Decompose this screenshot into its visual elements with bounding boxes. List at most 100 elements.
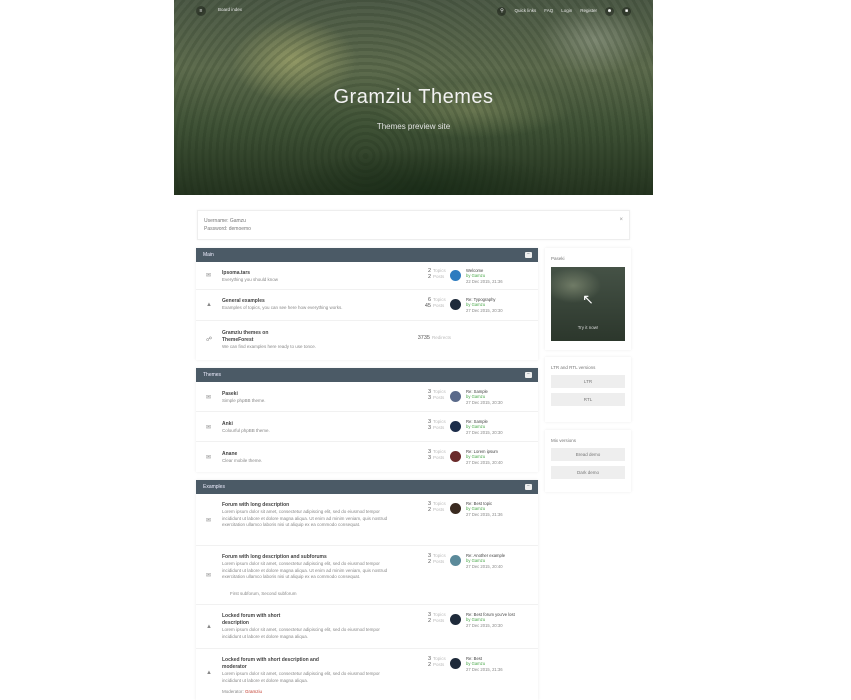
section-header: Themes −	[196, 368, 538, 382]
avatar[interactable]	[450, 391, 461, 402]
board-index-link[interactable]: Board index	[218, 7, 242, 12]
forum-section-themes: Themes − ✉ Paseki Simple phpBB theme. 3T…	[196, 368, 538, 472]
hero-banner: ≡ Board index ⚲ Quick links FAQ Login Re…	[174, 0, 653, 195]
forum-icon: ✉	[206, 573, 212, 579]
sidebar-panel-mix: Mix versions Bread demo Dark demo	[545, 430, 631, 492]
bread-demo-button[interactable]: Bread demo	[551, 448, 625, 461]
section-header: Examples −	[196, 480, 538, 494]
last-post: Re: Best by Gamzu 27 Dec 2015, 21:36	[466, 656, 503, 672]
cursor-icon: ↖	[582, 291, 594, 307]
notice-password: Password: demoemo	[204, 226, 251, 232]
forum-title[interactable]: Anane	[222, 451, 237, 457]
forum-icon: ✉	[206, 425, 212, 431]
close-icon[interactable]: ×	[619, 217, 623, 223]
forum-title[interactable]: Anki	[222, 421, 233, 427]
forum-title[interactable]: Locked forum with short	[222, 613, 280, 619]
forum-title[interactable]: Paseki	[222, 391, 238, 397]
forum-section-examples: Examples − ✉ Forum with long description…	[196, 480, 538, 700]
ltr-button[interactable]: LTR	[551, 375, 625, 388]
top-navbar: ≡ Board index ⚲ Quick links FAQ Login Re…	[174, 4, 653, 18]
forum-row[interactable]: ✉ Anki Colourful phpBB theme. 3 Topics 3P…	[196, 412, 538, 442]
avatar[interactable]	[450, 503, 461, 514]
search-icon[interactable]: ⚲	[497, 6, 507, 16]
avatar[interactable]	[450, 614, 461, 625]
last-post: Re: Sample by Gamzu 27 Dec 2015, 20:30	[466, 389, 503, 405]
forum-desc: Everything you should know	[222, 277, 279, 282]
nav-faq[interactable]: FAQ	[544, 6, 553, 16]
avatar[interactable]	[450, 658, 461, 669]
section-header: Main −	[196, 248, 538, 262]
moderator-link[interactable]: Gramziu	[245, 689, 262, 694]
collapse-icon[interactable]: −	[525, 252, 532, 258]
forum-desc: Lorem ipsum dolor sit amet, consectetur …	[222, 671, 380, 683]
forum-desc: Colourful phpBB theme.	[222, 428, 270, 433]
subforum-links[interactable]: First subforum, Second subforum	[230, 591, 297, 596]
forum-row[interactable]: ▲ General examples Examples of topics, y…	[196, 290, 538, 321]
forum-icon: ✉	[206, 455, 212, 461]
lock-icon: ▲	[206, 624, 212, 630]
collapse-icon[interactable]: −	[525, 372, 532, 378]
forum-title[interactable]: General examples	[222, 298, 265, 304]
forum-icon: ✉	[206, 395, 212, 401]
nav-quick-links[interactable]: Quick links	[514, 6, 536, 16]
user-icon[interactable]: ☻	[605, 6, 614, 16]
site-title: Gramziu Themes	[333, 86, 494, 108]
avatar[interactable]	[450, 451, 461, 462]
avatar[interactable]	[450, 555, 461, 566]
section-title: Examples	[203, 484, 225, 490]
chat-icon[interactable]: ■	[622, 6, 631, 16]
avatar[interactable]	[450, 270, 461, 281]
moderator-info: Moderator: Gramziu	[222, 689, 263, 694]
panel-title: Mix versions	[551, 438, 577, 443]
sidebar-panel-theme: Paseki ↖ Try it now!	[545, 248, 631, 350]
last-post: Welcome by Gamzu 22 Dec 2015, 21:36	[466, 268, 503, 284]
forum-row[interactable]: ✉ Forum with long description Lorem ipsu…	[196, 494, 538, 546]
nav-login[interactable]: Login	[561, 6, 572, 16]
forum-desc: Clear mobile theme.	[222, 458, 263, 463]
forum-title[interactable]: Ipsoma.tars	[222, 270, 250, 276]
try-now-link[interactable]: Try it now!	[551, 325, 625, 330]
forum-title-line2[interactable]: ThemeForest	[222, 337, 253, 343]
nav-register[interactable]: Register	[580, 6, 597, 16]
forum-title[interactable]: Forum with long description and subforum…	[222, 554, 327, 560]
forum-desc: Examples of topics, you can see here how…	[222, 305, 343, 310]
forum-redirects: 3735 Redirects	[417, 335, 452, 341]
panel-title: LTR and RTL versions	[551, 365, 596, 370]
menu-icon[interactable]: ≡	[196, 6, 206, 16]
user-nav: ⚲ Quick links FAQ Login Register ☻ ■	[497, 6, 631, 16]
forum-title-line2[interactable]: moderator	[222, 664, 247, 670]
forum-icon: ✉	[206, 273, 212, 279]
last-post: Re: Another example by Gamzu 27 Dec 2015…	[466, 553, 506, 569]
forum-row[interactable]: ✉ Anane Clear mobile theme. 3 Topics 3 Pos…	[196, 442, 538, 472]
section-title: Main	[203, 252, 214, 258]
forum-section-main: Main − ✉ Ipsoma.tars Everything you shou…	[196, 248, 538, 360]
forum-row[interactable]: ▲ Locked forum with short description Lo…	[196, 605, 538, 649]
forum-row[interactable]: ▲ Locked forum with short description an…	[196, 649, 538, 699]
forum-title-line2[interactable]: description	[222, 620, 249, 626]
forum-row[interactable]: ✉ Paseki Simple phpBB theme. 3 Topics 3 Po…	[196, 382, 538, 412]
forum-row[interactable]: ☍ Gramziu themes on ThemeForest We can f…	[196, 321, 538, 360]
forum-row[interactable]: ✉ Forum with long description and subfor…	[196, 546, 538, 605]
last-post: Re: Typography by Gamzu 27 Dec 2015, 20:…	[466, 297, 503, 313]
last-post: Re: Sample by Gamzu 27 Dec 2015, 20:30	[466, 419, 503, 435]
collapse-icon[interactable]: −	[525, 484, 532, 490]
login-notice: Username: Gamzu Password: demoemo ×	[197, 210, 630, 240]
forum-title[interactable]: Forum with long description	[222, 502, 289, 508]
forum-title[interactable]: Locked forum with short description and	[222, 657, 319, 663]
theme-preview-image[interactable]: ↖ Try it now!	[551, 267, 625, 341]
forum-desc: We can find examples here ready to use t…	[222, 344, 316, 349]
forum-row[interactable]: ✉ Ipsoma.tars Everything you should know…	[196, 262, 538, 290]
last-post: Re: Lorem ipsum by Gamzu 27 Dec 2015, 20…	[466, 449, 503, 465]
forum-desc: Lorem ipsum dolor sit amet, consectetur …	[222, 627, 380, 639]
last-post: Re: Best topic by Gamzu 27 Dec 2015, 21:…	[466, 501, 503, 517]
forum-title[interactable]: Gramziu themes on	[222, 330, 268, 336]
lock-icon: ▲	[206, 670, 212, 676]
avatar[interactable]	[450, 299, 461, 310]
forum-desc: Lorem ipsum dolor sit amet, consectetur …	[222, 561, 388, 579]
rtl-button[interactable]: RTL	[551, 393, 625, 406]
avatar[interactable]	[450, 421, 461, 432]
link-icon: ☍	[206, 337, 213, 343]
dark-demo-button[interactable]: Dark demo	[551, 466, 625, 479]
sidebar-panel-ltr-rtl: LTR and RTL versions LTR RTL	[545, 357, 631, 422]
notice-username: Username: Gamzu	[204, 218, 246, 224]
